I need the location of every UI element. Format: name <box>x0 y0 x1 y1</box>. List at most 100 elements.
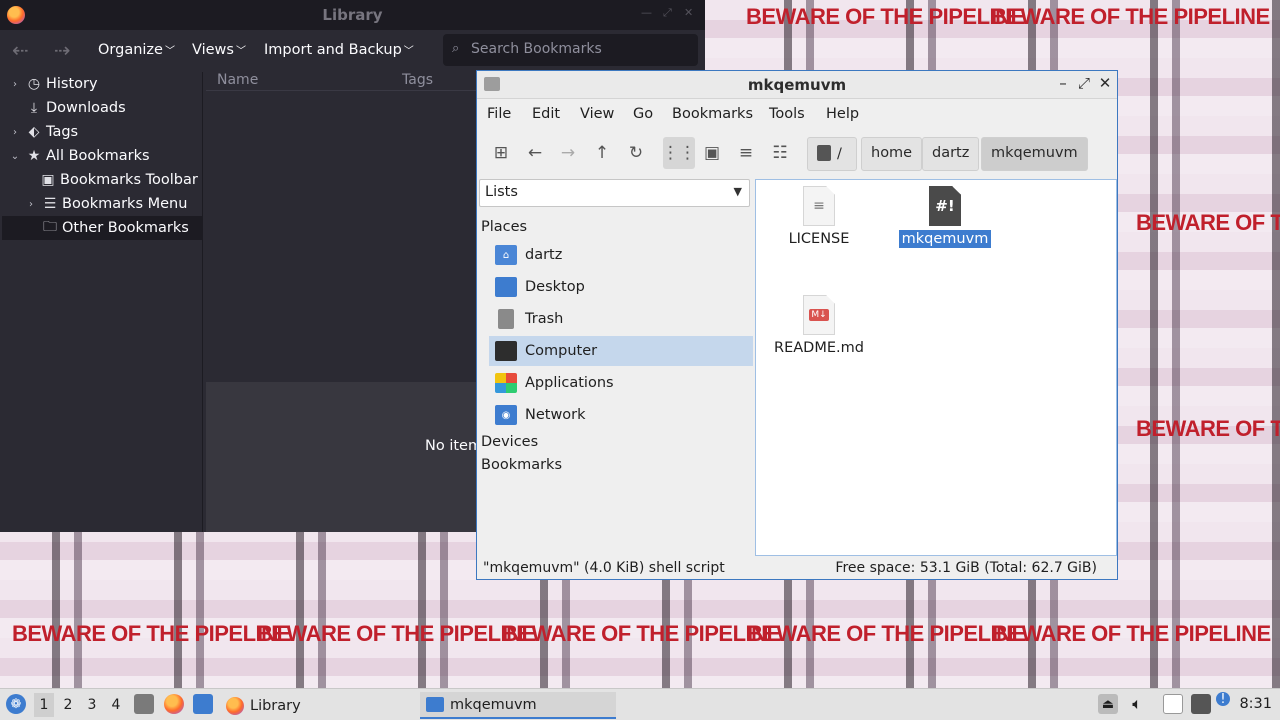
compact-view-icon[interactable]: ≡ <box>733 140 759 166</box>
minimize-icon[interactable]: – <box>1053 74 1073 92</box>
minimize-icon[interactable]: — <box>641 6 652 19</box>
firefox-launcher-icon[interactable] <box>164 694 184 714</box>
breadcrumb-root[interactable]: / <box>807 137 857 171</box>
library-titlebar[interactable]: Library — ⤢ ✕ <box>0 0 705 30</box>
chevron-down-icon: ﹀ <box>164 46 175 57</box>
thumbnail-view-icon[interactable]: ▣ <box>699 140 725 166</box>
file-manager-titlebar[interactable]: mkqemuvm – ⤢ ✕ <box>477 71 1117 99</box>
chevron-down-icon[interactable]: ⌄ <box>8 151 22 162</box>
tree-item-bookmarks-toolbar[interactable]: ▣ Bookmarks Toolbar <box>40 168 197 192</box>
library-title: Library <box>322 6 383 24</box>
views-menu[interactable]: Views ﹀ <box>192 42 246 58</box>
forward-arrow-icon[interactable]: → <box>555 140 581 166</box>
import-backup-menu[interactable]: Import and Backup ﹀ <box>264 42 414 58</box>
breadcrumb-mkqemuvm[interactable]: mkqemuvm <box>981 137 1088 171</box>
computer-icon <box>495 341 517 361</box>
network-icon: ◉ <box>495 405 517 425</box>
place-trash[interactable]: Trash <box>489 304 753 334</box>
place-computer[interactable]: Computer <box>489 336 753 366</box>
detailed-list-view-icon[interactable]: ☷ <box>767 140 793 166</box>
star-icon: ★ <box>27 148 41 164</box>
search-bookmarks-input[interactable]: ⌕ Search Bookmarks <box>443 34 698 66</box>
chevron-right-icon[interactable]: › <box>8 127 22 138</box>
file-license[interactable]: ≡ LICENSE <box>771 186 867 248</box>
file-mkqemuvm[interactable]: #! mkqemuvm <box>897 186 993 248</box>
maximize-icon[interactable]: ⤢ <box>663 6 672 20</box>
place-desktop[interactable]: Desktop <box>489 272 753 302</box>
tree-item-all-bookmarks[interactable]: ⌄ ★ All Bookmarks <box>8 144 150 168</box>
bookmark-list[interactable] <box>206 90 476 380</box>
menu-tools[interactable]: Tools <box>769 106 805 122</box>
folder-view[interactable]: ≡ LICENSE #! mkqemuvm M↓ README.md <box>755 179 1117 556</box>
library-toolbar: ⇠ ⇢ Organize ﹀ Views ﹀ Import and Backup ﹀ … <box>0 34 705 68</box>
start-menu-icon[interactable]: ❁ <box>6 694 26 714</box>
task-library[interactable]: Library <box>220 692 416 719</box>
workspace-2[interactable]: 2 <box>58 697 78 713</box>
breadcrumb-home[interactable]: home <box>861 137 923 171</box>
wallpaper-slogan-row: BEWARE OF THE PIPELINE <box>1136 416 1280 441</box>
chevron-down-icon: ﹀ <box>403 46 414 57</box>
place-network[interactable]: ◉ Network <box>489 400 753 430</box>
volume-icon[interactable]: 🔈︎ <box>1127 694 1147 714</box>
place-applications[interactable]: Applications <box>489 368 753 398</box>
workspace-3[interactable]: 3 <box>82 697 102 713</box>
forward-arrow-icon[interactable]: ⇢ <box>54 38 71 62</box>
menu-view[interactable]: View <box>580 106 614 122</box>
clipboard-icon[interactable] <box>1163 694 1183 714</box>
tree-item-bookmarks-menu[interactable]: › ☰ Bookmarks Menu <box>24 192 187 216</box>
tree-item-history[interactable]: › ◷ History <box>8 72 98 96</box>
menu-bookmarks[interactable]: Bookmarks <box>672 106 753 122</box>
tree-item-other-bookmarks[interactable]: 🗀 Other Bookmarks <box>2 216 202 240</box>
close-icon[interactable]: ✕ <box>1095 74 1115 92</box>
status-selection: "mkqemuvm" (4.0 KiB) shell script <box>483 560 725 576</box>
menu-go[interactable]: Go <box>633 106 653 122</box>
file-readme[interactable]: M↓ README.md <box>771 295 867 357</box>
place-dartz[interactable]: ⌂ dartz <box>489 240 753 270</box>
organize-menu[interactable]: Organize ﹀ <box>98 42 175 58</box>
empty-selection-text: No item <box>425 438 483 454</box>
menu-edit[interactable]: Edit <box>532 106 560 122</box>
side-pane-mode-select[interactable]: Lists ▼ <box>479 179 750 207</box>
column-header-name[interactable]: Name <box>217 72 258 88</box>
breadcrumb-dartz[interactable]: dartz <box>922 137 980 171</box>
display-icon[interactable] <box>1191 694 1211 714</box>
tree-item-tags[interactable]: › ⬖ Tags <box>8 120 78 144</box>
chevron-right-icon[interactable]: › <box>8 79 22 90</box>
file-manager-launcher-icon[interactable] <box>134 694 154 714</box>
workspace-4[interactable]: 4 <box>106 697 126 713</box>
icon-view-icon[interactable]: ⋮⋮ <box>662 137 696 169</box>
reload-icon[interactable]: ↻ <box>623 140 649 166</box>
download-icon: ⤓ <box>30 100 38 116</box>
maximize-icon[interactable]: ⤢ <box>1074 74 1094 92</box>
column-header-tags[interactable]: Tags <box>402 72 433 88</box>
home-folder-icon: ⌂ <box>495 245 517 265</box>
section-bookmarks[interactable]: Bookmarks <box>481 457 562 473</box>
places-side-pane: Places ⌂ dartz Desktop Trash Computer Ap… <box>479 211 754 551</box>
wallpaper-slogan-row: BEWARE OF THE PIPELINEBEWARE OF THE PIPE… <box>746 4 1270 29</box>
file-manager-title: mkqemuvm <box>747 76 847 94</box>
back-arrow-icon[interactable]: ← <box>522 140 548 166</box>
close-icon[interactable]: ✕ <box>684 6 693 19</box>
chevron-right-icon[interactable]: › <box>24 199 38 210</box>
eject-icon[interactable]: ⏏ <box>1098 694 1118 714</box>
workspace-1[interactable]: 1 <box>34 693 54 717</box>
back-arrow-icon[interactable]: ⇠ <box>12 38 29 62</box>
search-icon: ⌕ <box>452 41 460 56</box>
wallpaper-slogan-row: BEWARE OF THE PIPELINEBEWARE OF THE PIPE… <box>12 621 1271 646</box>
tree-item-downloads[interactable]: ⤓ Downloads <box>8 96 126 120</box>
clock-icon: ◷ <box>27 76 41 92</box>
menu-help[interactable]: Help <box>826 106 859 122</box>
section-devices[interactable]: Devices <box>481 434 538 450</box>
new-tab-icon[interactable]: ⊞ <box>488 140 514 166</box>
menu-file[interactable]: File <box>487 106 511 122</box>
clock[interactable]: 8:31 <box>1239 696 1272 712</box>
text-file-icon: ≡ <box>803 186 835 226</box>
firefox-icon <box>226 696 244 715</box>
section-places[interactable]: Places <box>481 219 527 235</box>
up-arrow-icon[interactable]: ↑ <box>589 140 615 166</box>
applications-icon <box>495 373 517 393</box>
desktop-launcher-icon[interactable] <box>193 694 213 714</box>
library-column-headers: Name Tags <box>206 72 476 90</box>
update-notification-icon[interactable]: ! <box>1216 692 1230 707</box>
task-mkqemuvm[interactable]: mkqemuvm <box>420 692 616 719</box>
